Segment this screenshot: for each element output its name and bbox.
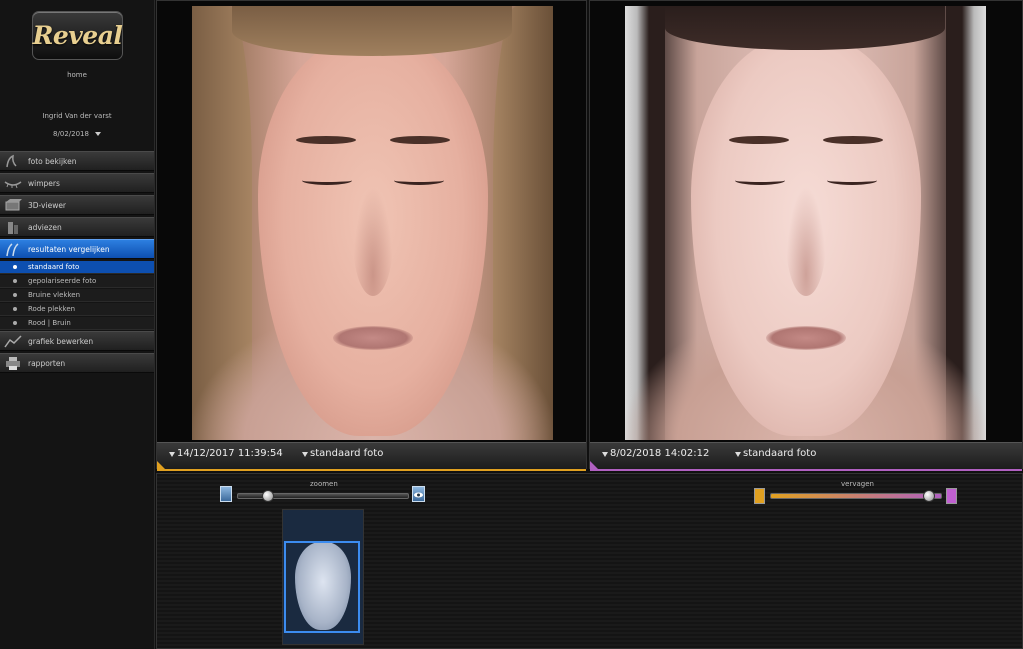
photo-detail [295,136,356,144]
photo-thumbnail[interactable] [282,509,364,645]
bullet-icon [13,307,17,311]
sub-rood-bruin[interactable]: Rood | Bruin [0,317,154,330]
fade-slider-handle[interactable] [923,490,935,502]
zoom-slider-handle[interactable] [262,490,274,502]
3d-viewer-icon [5,199,22,211]
printer-icon [6,357,20,370]
fade-before-button[interactable] [754,488,765,504]
accent-corner [590,461,598,469]
menu-label: rapporten [28,359,66,368]
bullet-icon [13,265,17,269]
photo-datetime[interactable]: 14/12/2017 11:39:54 [177,448,283,459]
photo-detail [822,136,883,144]
compare-panel-left: 14/12/2017 11:39:54 standaard foto [156,0,587,471]
photo-detail [734,176,785,185]
sub-label: gepolariseerde foto [28,277,97,285]
logo-text: Reveal [32,21,123,50]
photo-detail [232,6,512,56]
eye-icon [414,492,423,498]
photo-detail [332,326,413,350]
menu-wimpers[interactable]: wimpers [0,173,154,193]
sub-gepolariseerde-foto[interactable]: gepolariseerde foto [0,275,154,288]
menu-foto-bekijken[interactable]: foto bekijken [0,151,154,171]
sub-bruine-vlekken[interactable]: Bruine vlekken [0,289,154,302]
compare-results-icon [6,243,19,257]
face-image [257,36,488,436]
photo-detail [785,186,826,296]
sub-label: standaard foto [28,263,80,271]
sub-label: Rode plekken [28,305,76,313]
chart-edit-icon [4,335,22,348]
menu-3d-viewer[interactable]: 3D-viewer [0,195,154,215]
menu-label: grafiek bewerken [28,337,94,346]
menu-grafiek-bewerken[interactable]: grafiek bewerken [0,331,154,351]
menu-resultaten-vergelijken[interactable]: resultaten vergelijken [0,239,154,259]
menu-label: foto bekijken [28,157,77,166]
photo-info-bar: 8/02/2018 14:02:12 standaard foto [590,442,1022,471]
menu-label: 3D-viewer [28,201,67,210]
date-value: 8/02/2018 [53,130,89,138]
photo-detail [301,176,352,185]
photo-detail [765,326,846,350]
photo-detail [826,176,877,185]
menu-rapporten[interactable]: rapporten [0,353,154,373]
advice-icon [8,222,18,234]
bullet-icon [13,293,17,297]
chevron-down-icon[interactable] [735,452,741,457]
photo-detail [728,136,789,144]
fade-label: vervagen [841,480,874,488]
menu-label: adviezen [28,223,62,232]
chevron-down-icon[interactable] [169,452,175,457]
fade-slider[interactable] [770,490,942,502]
zoom-slider[interactable] [237,490,409,502]
eyelash-icon [4,181,22,189]
photo-datetime[interactable]: 8/02/2018 14:02:12 [610,448,709,459]
patient-name: Ingrid Van der varst [42,112,112,120]
bullet-icon [13,279,17,283]
photo-info-bar: 14/12/2017 11:39:54 standaard foto [157,442,586,471]
home-link[interactable]: home [0,71,154,79]
photo-mode[interactable]: standaard foto [743,448,816,459]
menu-label: resultaten vergelijken [28,245,110,254]
menu-adviezen[interactable]: adviezen [0,217,154,237]
accent-corner [157,461,165,469]
chevron-down-icon[interactable] [602,452,608,457]
chevron-down-icon [94,132,101,136]
zoom-out-button[interactable] [220,486,232,502]
fade-after-button[interactable] [946,488,957,504]
menu-label: wimpers [28,179,60,188]
photo-detail [665,6,945,50]
photo-mode[interactable]: standaard foto [310,448,383,459]
sub-standaard-foto[interactable]: standaard foto [0,261,154,274]
zoom-label: zoomen [310,480,338,488]
after-photo[interactable] [625,6,986,440]
compare-panel-right: 8/02/2018 14:02:12 standaard foto [589,0,1023,471]
date-dropdown[interactable]: 8/02/2018 [0,130,154,138]
bullet-icon [13,321,17,325]
chevron-down-icon[interactable] [302,452,308,457]
sub-label: Rood | Bruin [28,319,71,327]
sidebar: Reveal home Ingrid Van der varst 8/02/20… [0,0,155,649]
sub-label: Bruine vlekken [28,291,81,299]
control-area: zoomen vervagen [156,473,1023,649]
thumbnail-selection-frame[interactable] [284,541,360,633]
photo-detail [352,186,393,296]
photo-detail [393,176,444,185]
photo-view-icon [6,154,17,168]
sub-rode-plekken[interactable]: Rode plekken [0,303,154,316]
before-photo[interactable] [192,6,553,440]
reveal-logo[interactable]: Reveal [32,11,123,60]
zoom-in-button[interactable] [412,486,425,502]
face-image [690,36,921,436]
photo-detail [389,136,450,144]
